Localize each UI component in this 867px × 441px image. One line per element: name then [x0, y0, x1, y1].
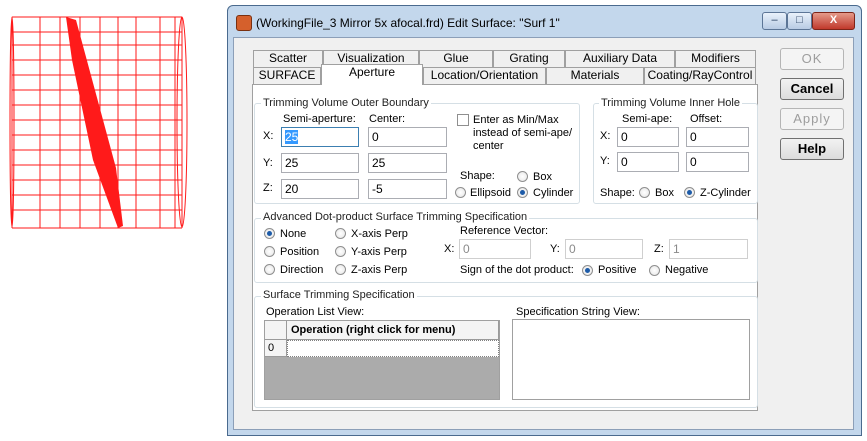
dot-position-radio[interactable]	[264, 246, 275, 257]
sign-positive-radio[interactable]	[582, 265, 593, 276]
minmax-checkbox-label: Enter as Min/Max instead of semi-ape/ ce…	[473, 114, 573, 152]
cancel-button[interactable]: Cancel	[780, 78, 844, 100]
ref-y-input[interactable]: 0	[565, 239, 643, 259]
inner-shape-zcylinder-label: Z-Cylinder	[700, 187, 751, 199]
inner-offset-x-input[interactable]: 0	[686, 127, 749, 147]
inner-shape-label: Shape:	[600, 187, 635, 199]
help-button[interactable]: Help	[780, 138, 844, 160]
inner-offset-y-input[interactable]: 0	[686, 152, 749, 172]
sign-negative-label: Negative	[665, 264, 709, 276]
inner-semi-x-input[interactable]: 0	[617, 127, 679, 147]
dot-none-radio[interactable]	[264, 228, 275, 239]
outer-shape-ellipsoid-label: Ellipsoid	[470, 187, 511, 199]
dot-zaxis-perp-label: Z-axis Perp	[351, 264, 408, 276]
center-x-input[interactable]: 0	[368, 127, 447, 147]
spec-string-label: Specification String View:	[516, 306, 640, 318]
dot-direction-radio[interactable]	[264, 264, 275, 275]
x-axis-label: X:	[263, 130, 274, 142]
ref-z-label: Z:	[654, 243, 664, 255]
tab-modifiers[interactable]: Modifiers	[675, 50, 756, 67]
surface-trimming-legend: Surface Trimming Specification	[261, 289, 417, 301]
tab-coating-raycontrol[interactable]: Coating/RayControl	[644, 67, 756, 84]
dot-xaxis-perp-label: X-axis Perp	[351, 228, 408, 240]
tab-aperture[interactable]: Aperture	[321, 64, 423, 85]
outer-shape-box-radio[interactable]	[517, 171, 528, 182]
tab-glue[interactable]: Glue	[419, 50, 493, 67]
inner-shape-zcylinder-radio[interactable]	[684, 187, 695, 198]
dot-yaxis-perp-label: Y-axis Perp	[351, 246, 407, 258]
ok-button[interactable]: OK	[780, 48, 844, 70]
tab-auxiliary-data[interactable]: Auxiliary Data	[565, 50, 675, 67]
ref-z-input[interactable]: 1	[669, 239, 748, 259]
app-icon	[236, 15, 252, 31]
window-title: (WorkingFile_3 Mirror 5x afocal.frd) Edi…	[256, 16, 560, 30]
outer-shape-cylinder-label: Cylinder	[533, 187, 574, 199]
operation-list-label: Operation List View:	[266, 306, 365, 318]
tab-location-orientation[interactable]: Location/Orientation	[423, 67, 546, 84]
reference-vector-label: Reference Vector:	[460, 225, 549, 237]
inner-y-label: Y:	[600, 155, 610, 167]
dot-xaxis-perp-radio[interactable]	[335, 228, 346, 239]
outer-shape-box-label: Box	[533, 171, 552, 183]
inner-shape-box-radio[interactable]	[639, 187, 650, 198]
dot-product-legend: Advanced Dot-product Surface Trimming Sp…	[261, 211, 530, 223]
inner-semi-y-input[interactable]: 0	[617, 152, 679, 172]
inner-hole-legend: Trimming Volume Inner Hole	[599, 97, 742, 109]
ref-x-label: X:	[444, 243, 455, 255]
semi-aperture-z-input[interactable]: 20	[281, 179, 359, 199]
outer-shape-ellipsoid-radio[interactable]	[455, 187, 466, 198]
apply-button[interactable]: Apply	[780, 108, 844, 130]
title-bar[interactable]: (WorkingFile_3 Mirror 5x afocal.frd) Edi…	[228, 6, 861, 38]
inner-offset-header: Offset:	[690, 113, 723, 125]
tab-surface[interactable]: SURFACE	[253, 67, 321, 84]
center-y-input[interactable]: 25	[368, 153, 447, 173]
operation-list-grid[interactable]: Operation (right click for menu) 0	[264, 320, 500, 400]
close-button[interactable]: X	[812, 12, 855, 30]
inner-x-label: X:	[600, 130, 611, 142]
inner-shape-box-label: Box	[655, 187, 674, 199]
tab-scatter[interactable]: Scatter	[253, 50, 323, 67]
dot-none-label: None	[280, 228, 307, 240]
operation-column-header[interactable]: Operation (right click for menu)	[287, 321, 499, 340]
semi-aperture-header: Semi-aperture:	[283, 113, 356, 125]
ref-y-label: Y:	[550, 243, 560, 255]
dot-direction-label: Direction	[280, 264, 324, 276]
sign-positive-label: Positive	[598, 264, 637, 276]
dot-zaxis-perp-radio[interactable]	[335, 264, 346, 275]
dot-yaxis-perp-radio[interactable]	[335, 246, 346, 257]
inner-semi-ape-header: Semi-ape:	[622, 113, 673, 125]
ref-x-input[interactable]: 0	[459, 239, 531, 259]
dot-position-label: Position	[280, 246, 320, 258]
minmax-checkbox[interactable]	[457, 114, 469, 126]
tab-grating[interactable]: Grating	[493, 50, 565, 67]
dot-sign-label: Sign of the dot product:	[460, 264, 574, 276]
sign-negative-radio[interactable]	[649, 265, 660, 276]
minimize-button[interactable]: –	[762, 12, 787, 30]
viewport-3d[interactable]	[0, 0, 220, 441]
center-z-input[interactable]: -5	[368, 179, 447, 199]
grid-corner-cell	[265, 321, 287, 340]
operation-cell[interactable]	[287, 340, 499, 357]
outer-shape-cylinder-radio[interactable]	[517, 187, 528, 198]
semi-aperture-x-input[interactable]: 25	[281, 127, 359, 147]
center-header: Center:	[369, 113, 406, 125]
mirror-surface	[66, 17, 123, 228]
maximize-button[interactable]: □	[787, 12, 812, 30]
y-axis-label: Y:	[263, 157, 273, 169]
row-index-cell: 0	[265, 340, 287, 357]
outer-boundary-legend: Trimming Volume Outer Boundary	[261, 97, 431, 109]
spec-string-view[interactable]	[512, 319, 750, 400]
tab-materials[interactable]: Materials	[546, 67, 644, 84]
z-axis-label: Z:	[263, 182, 273, 194]
semi-aperture-y-input[interactable]: 25	[281, 153, 359, 173]
outer-shape-label: Shape:	[460, 170, 495, 182]
